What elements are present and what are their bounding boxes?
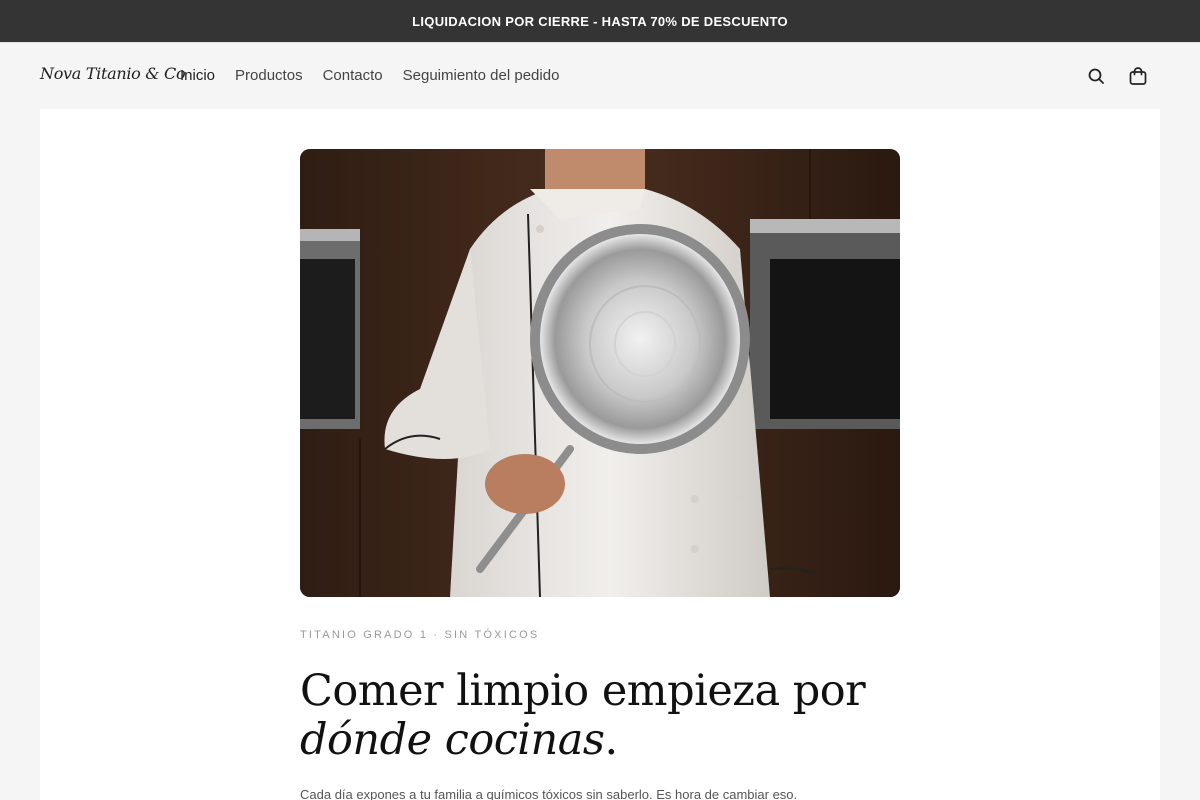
nav-item-seguimiento[interactable]: Seguimiento del pedido — [403, 67, 560, 84]
announcement-bar: LIQUIDACION POR CIERRE - HASTA 70% DE DE… — [0, 0, 1200, 42]
nav-item-contacto[interactable]: Contacto — [323, 67, 383, 84]
hero-headline: Comer limpio empieza por dónde cocinas. — [300, 667, 920, 765]
site-header: Nova Titanio & Co Inicio Productos Conta… — [0, 42, 1200, 109]
search-icon — [1088, 68, 1104, 84]
hero-eyebrow: TITANIO GRADO 1 · SIN TÓXICOS — [300, 629, 540, 641]
headline-italic: dónde cocinas — [300, 715, 605, 765]
nav-item-inicio[interactable]: Inicio — [180, 67, 215, 84]
search-button[interactable] — [1085, 65, 1107, 87]
headline-plain: Comer limpio empieza por — [300, 666, 866, 716]
brand-logo[interactable]: Nova Titanio & Co — [40, 64, 186, 83]
nav-item-productos[interactable]: Productos — [235, 67, 303, 84]
headline-end: . — [604, 715, 618, 765]
hero-image — [300, 149, 900, 597]
main-content: TITANIO GRADO 1 · SIN TÓXICOS Comer limp… — [40, 109, 1160, 800]
hero-subtext: Cada día expones a tu familia a químicos… — [300, 787, 798, 800]
cart-button[interactable] — [1127, 65, 1149, 87]
shopping-bag-icon — [1129, 67, 1147, 85]
chef-holding-pan-image — [300, 149, 900, 597]
main-nav: Inicio Productos Contacto Seguimiento de… — [180, 67, 559, 84]
announcement-text: LIQUIDACION POR CIERRE - HASTA 70% DE DE… — [412, 13, 788, 29]
